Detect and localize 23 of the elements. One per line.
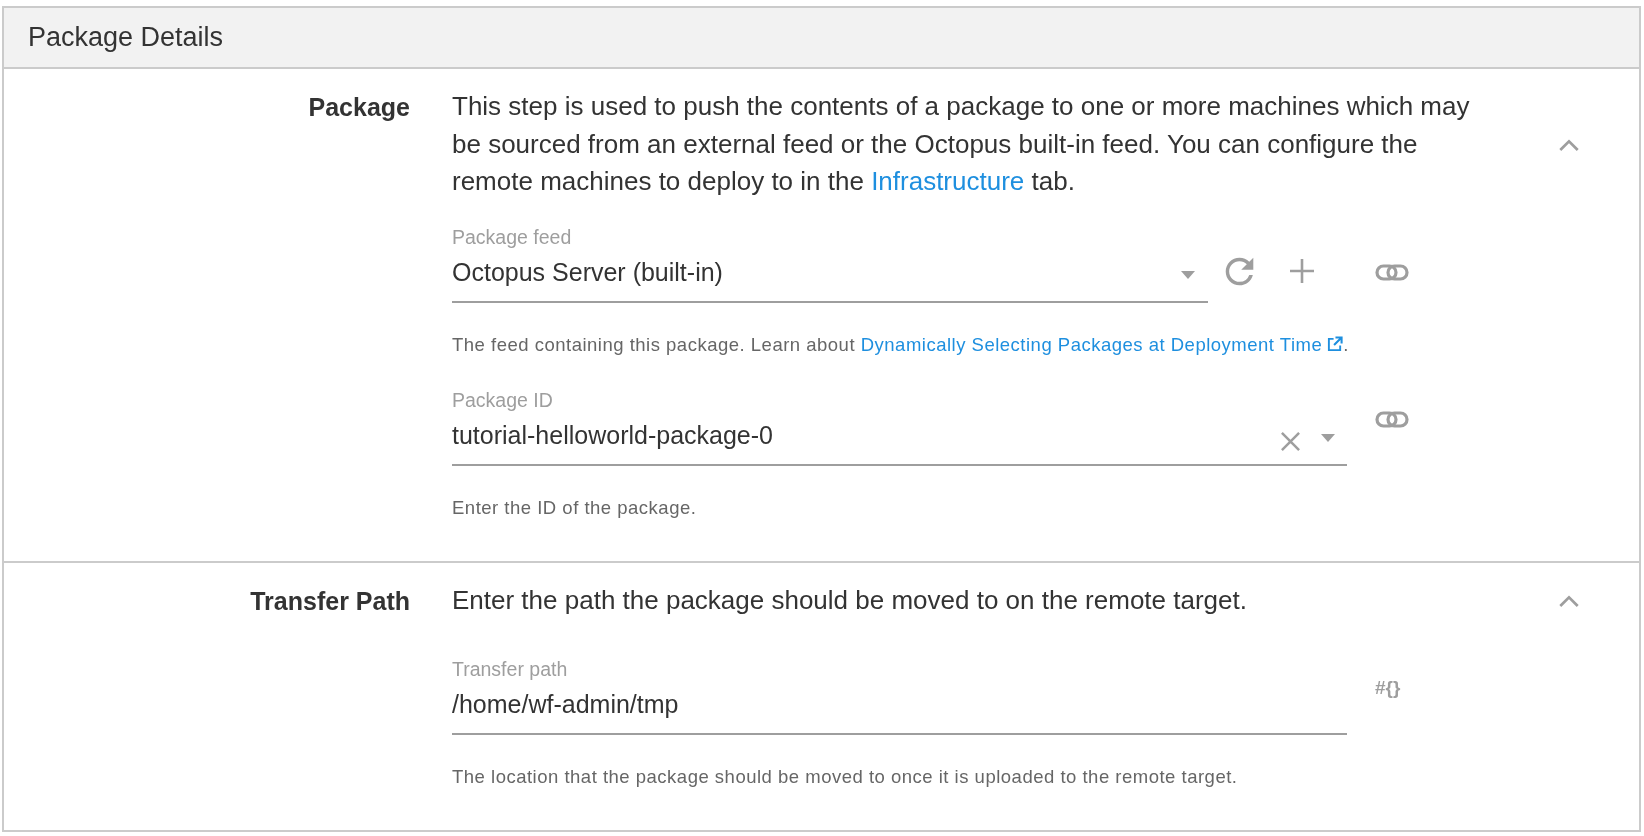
field-helper-text: Enter the ID of the package. xyxy=(452,496,698,521)
dropdown-field[interactable]: Octopus Server (built-in) xyxy=(452,249,1208,304)
panel-title: Package Details xyxy=(28,21,224,55)
field-label: Package ID xyxy=(452,388,554,413)
plus-icon[interactable] xyxy=(1290,259,1314,284)
field-label: Transfer path xyxy=(452,657,569,682)
refresh-icon[interactable] xyxy=(1225,257,1254,287)
section-label: Transfer Path xyxy=(249,586,410,618)
text-field[interactable]: /home/wf-admin/tmp xyxy=(452,681,1347,736)
section-label: Package xyxy=(307,92,410,123)
field-label: Package feed xyxy=(452,225,573,250)
field-helper-text: The location that the package should be moved to once it is uploaded to the remote target. xyxy=(452,765,1239,790)
caret-down-icon[interactable] xyxy=(1181,271,1195,280)
link-icon[interactable] xyxy=(1375,410,1409,428)
chevron-up-icon[interactable] xyxy=(1558,593,1580,608)
clear-icon[interactable] xyxy=(1280,430,1301,452)
field-helper-text: The feed containing this package. Learn about Dynamically Selecting Packages at Deployment Time . xyxy=(452,333,1350,358)
section-description: This step is used to push the contents of a package to one or more machines which may be sourced from an external feed or the Octopus built-in feed. You can configure the remote machines to deploy to in the Infrastructure tab. xyxy=(452,90,1471,199)
section-description: Enter the path the package should be moved to on the remote target. xyxy=(452,584,1248,618)
link-icon[interactable] xyxy=(1375,264,1409,282)
chevron-up-icon[interactable] xyxy=(1558,137,1580,152)
caret-down-icon[interactable] xyxy=(1321,434,1335,443)
combobox-field[interactable]: tutorial-helloworld-package-0 xyxy=(452,412,1347,467)
